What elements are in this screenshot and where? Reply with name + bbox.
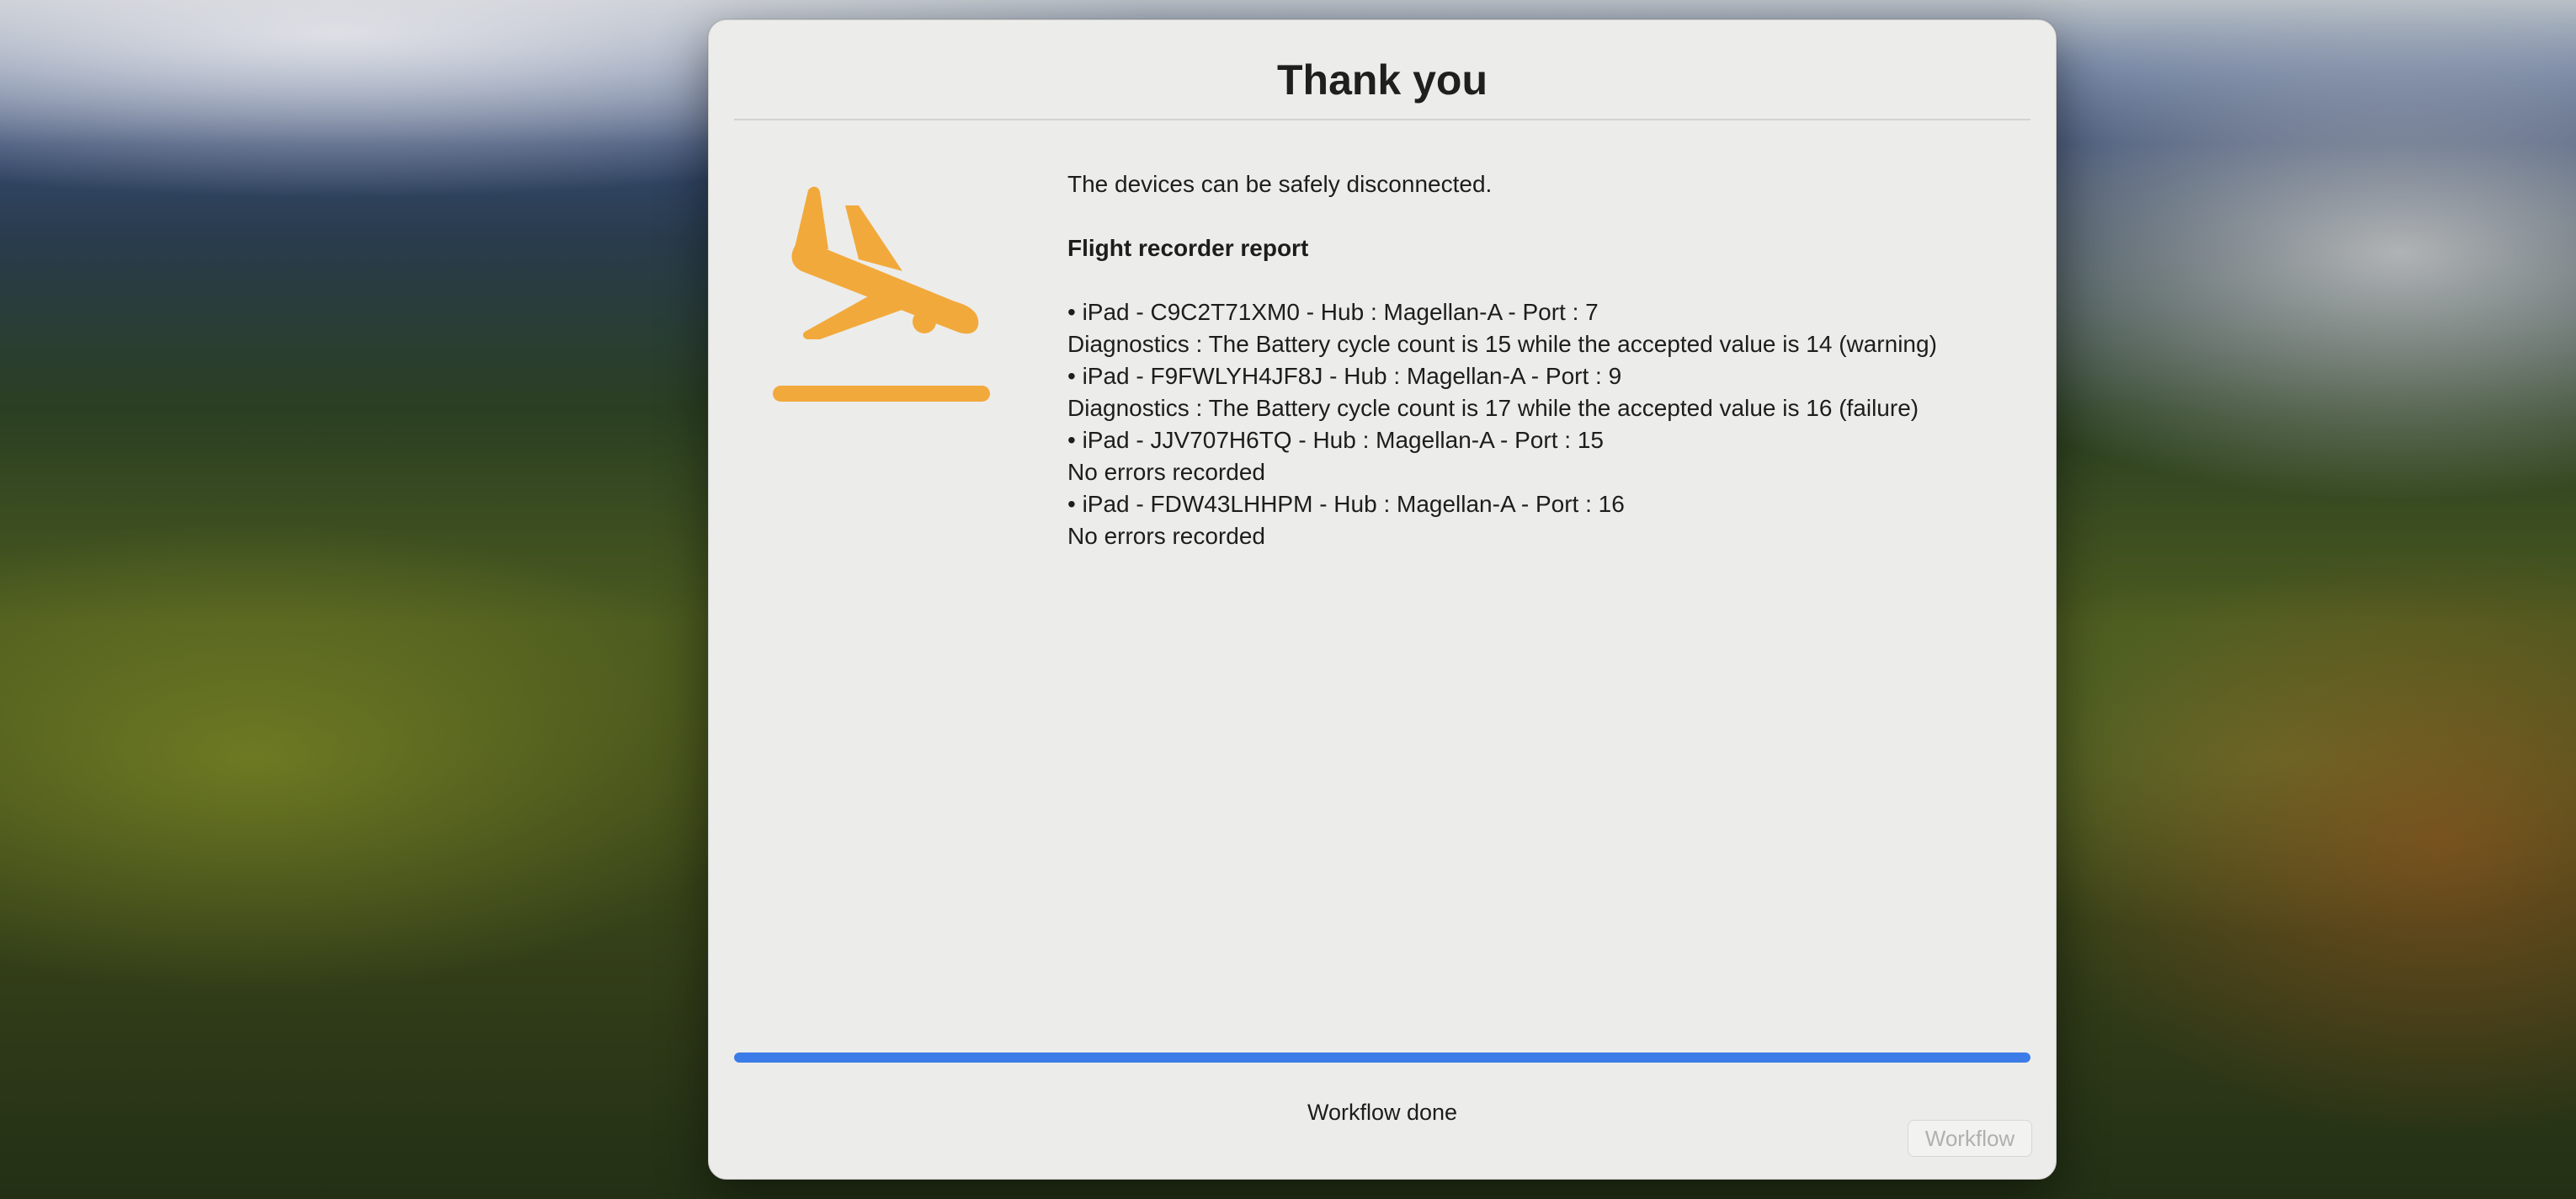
runway-line (773, 386, 990, 402)
progress-bar-fill (734, 1052, 2030, 1063)
device-diagnostics: No errors recorded (1067, 459, 1265, 485)
device-entry: • iPad - FDW43LHHPM - Hub : Magellan-A -… (1067, 491, 1625, 517)
workflow-window: Thank you The devices can be safely disc… (708, 19, 2057, 1180)
page-title: Thank you (1276, 56, 1488, 104)
title-divider (734, 119, 2030, 120)
device-diagnostics: Diagnostics : The Battery cycle count is… (1067, 331, 1937, 357)
device-entry: • iPad - C9C2T71XM0 - Hub : Magellan-A -… (1067, 299, 1599, 325)
device-diagnostics: Diagnostics : The Battery cycle count is… (1067, 395, 1919, 421)
device-diagnostics: No errors recorded (1067, 523, 1265, 549)
airplane-tail (795, 186, 828, 249)
airplane-arrival-icon (773, 186, 990, 402)
workflow-button[interactable]: Workflow (1908, 1120, 2032, 1157)
report-message: The devices can be safely disconnected. … (1067, 168, 2027, 552)
airplane-wheel (913, 310, 936, 333)
progress-bar (734, 1052, 2030, 1063)
report-heading: Flight recorder report (1067, 235, 1309, 261)
device-entry: • iPad - F9FWLYH4JF8J - Hub : Magellan-A… (1067, 363, 1622, 389)
device-entry: • iPad - JJV707H6TQ - Hub : Magellan-A -… (1067, 427, 1604, 453)
disconnect-notice: The devices can be safely disconnected. (1067, 171, 1493, 197)
workflow-status: Workflow done (1307, 1100, 1458, 1125)
